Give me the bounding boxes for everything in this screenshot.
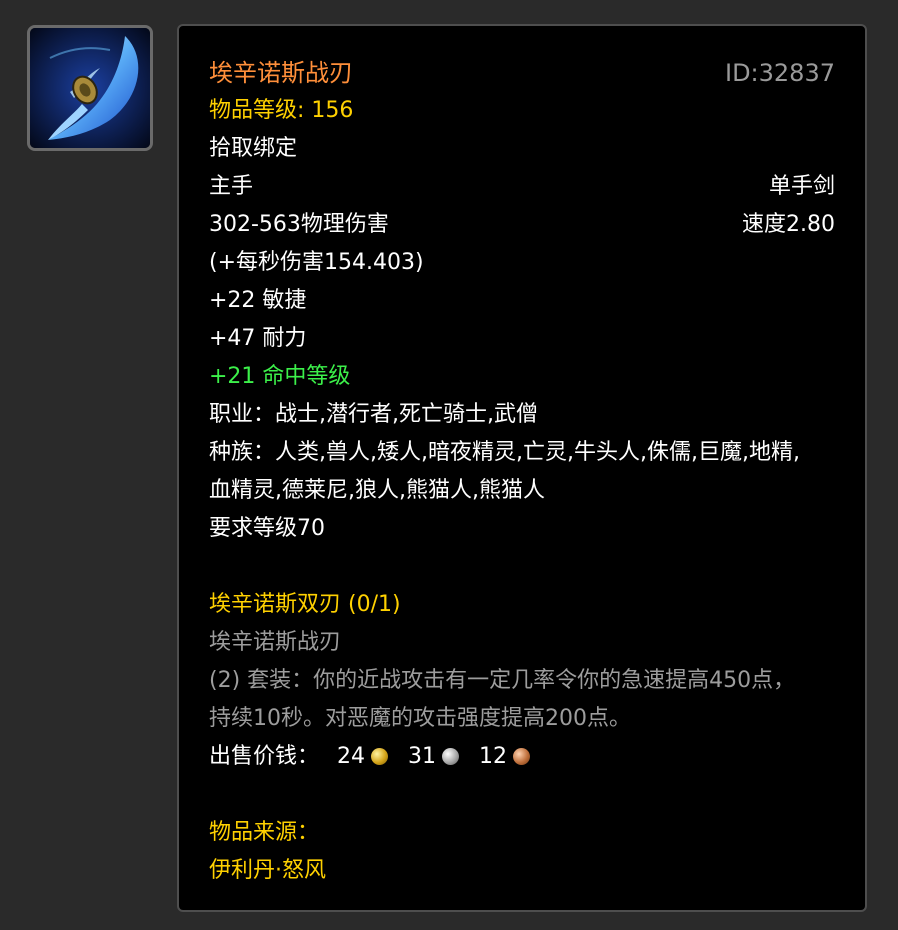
item-damage-row: 302-563物理伤害 速度2.80 — [209, 206, 835, 244]
item-dps: (+每秒伤害154.403) — [209, 250, 424, 275]
item-name: 埃辛诺斯战刃 — [209, 59, 353, 87]
item-tooltip: 埃辛诺斯战刃 ID:32837 物品等级: 156 拾取绑定 主手 单手剑 30… — [177, 24, 867, 912]
item-stat-agility: +22 敏捷 — [209, 288, 307, 313]
gold-amount: 24 — [337, 744, 366, 769]
set-name[interactable]: 埃辛诺斯双刃 (0/1) — [209, 586, 835, 624]
glaive-icon — [30, 28, 150, 148]
item-id: ID:32837 — [725, 59, 835, 87]
copper-coin-icon — [513, 748, 531, 765]
item-stat-hit: +21 命中等级 — [209, 364, 351, 389]
set-piece[interactable]: 埃辛诺斯战刃 — [209, 624, 835, 662]
item-source-label: 物品来源： — [209, 820, 320, 845]
item-slot: 主手 — [209, 174, 254, 199]
item-level: 物品等级: 156 — [209, 98, 354, 123]
item-slot-row: 主手 单手剑 — [209, 168, 835, 206]
item-races: 种族：人类,兽人,矮人,暗夜精灵,亡灵,牛头人,侏儒,巨魔,地精,血精灵,德莱尼… — [209, 440, 800, 503]
item-source-value[interactable]: 伊利丹·怒风 — [209, 852, 835, 890]
item-title-row: 埃辛诺斯战刃 ID:32837 — [209, 54, 835, 92]
item-stat-stamina: +47 耐力 — [209, 326, 307, 351]
sell-price-label: 出售价钱： — [209, 744, 320, 769]
copper-amount: 12 — [479, 744, 508, 769]
silver-coin-icon — [442, 748, 460, 765]
item-icon-frame[interactable] — [27, 25, 153, 151]
item-damage: 302-563物理伤害 — [209, 212, 389, 237]
item-weapon-type: 单手剑 — [768, 174, 835, 199]
silver-amount: 31 — [408, 744, 437, 769]
gold-coin-icon — [371, 748, 389, 765]
item-required-level: 要求等级70 — [209, 516, 325, 541]
item-speed: 速度2.80 — [742, 212, 835, 237]
sell-price-row: 出售价钱： 24 31 12 — [209, 738, 835, 776]
set-bonus: (2) 套装：你的近战攻击有一定几率令你的急速提高450点，持续10秒。对恶魔的… — [209, 668, 796, 731]
item-classes: 职业：战士,潜行者,死亡骑士,武僧 — [209, 402, 538, 427]
item-binding: 拾取绑定 — [209, 136, 298, 161]
